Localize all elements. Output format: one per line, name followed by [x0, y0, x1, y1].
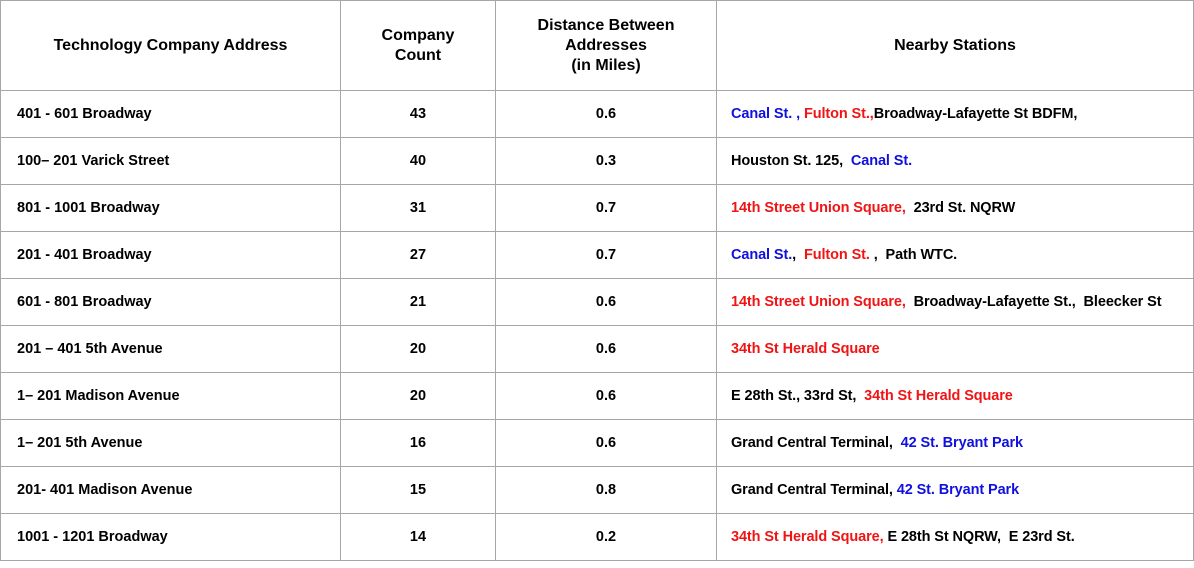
table-row: 201 - 401 Broadway 27 0.7 Canal St., Fulton…: [0, 231, 1194, 279]
address-cell: 100– 201 Varick Street: [0, 137, 341, 185]
header-line: Distance Between: [537, 16, 675, 34]
distance-cell: 0.3: [495, 137, 717, 185]
header-line: Technology Company Address: [53, 36, 288, 54]
company-count-cell: 40: [340, 137, 496, 185]
header-line: (in Miles): [571, 56, 641, 74]
distance-cell: 0.6: [495, 90, 717, 138]
distance-cell: 0.2: [495, 513, 717, 561]
nearby-stations-cell: E 28th St., 33rd St, 34th St Herald Squa…: [716, 372, 1194, 420]
nearby-stations-cell: Grand Central Terminal, 42 St. Bryant Pa…: [716, 466, 1194, 514]
header-company-count: Company Count: [340, 0, 496, 91]
station-segment: 34th St Herald Square,: [731, 529, 888, 545]
address-cell: 201 - 401 Broadway: [0, 231, 341, 279]
company-count-cell: 31: [340, 184, 496, 232]
header-line: Count: [394, 46, 442, 64]
distance-cell: 0.8: [495, 466, 717, 514]
station-segment: Grand Central Terminal,: [731, 482, 897, 498]
station-segment: E 28th St NQRW, E 23rd St.: [887, 529, 1075, 545]
distance-cell: 0.6: [495, 278, 717, 326]
station-segment: 34th St Herald Square: [864, 388, 1013, 404]
distance-cell: 0.7: [495, 184, 717, 232]
company-count-cell: 20: [340, 372, 496, 420]
nearby-stations-cell: Canal St. , Fulton St.,Broadway-Lafayett…: [716, 90, 1194, 138]
table-row: 1– 201 5th Avenue 16 0.6 Grand Central Term…: [0, 419, 1194, 467]
station-segment: Fulton St.,: [803, 106, 874, 122]
nearby-stations-cell: 14th Street Union Square, 23rd St. NQRW: [716, 184, 1194, 232]
table-row: 401 - 601 Broadway 43 0.6 Canal St. , Fulto…: [0, 90, 1194, 138]
header-line: Nearby Stations: [894, 36, 1016, 54]
header-distance: Distance Between Addresses (in Miles): [495, 0, 717, 91]
table-row: 1001 - 1201 Broadway 14 0.2 34th St Herald …: [0, 513, 1194, 561]
table-row: 201 – 401 5th Avenue 20 0.6 34th St Herald …: [0, 325, 1194, 373]
station-segment: Canal St. ,: [731, 106, 804, 122]
nearby-stations-cell: 34th St Herald Square, E 28th St NQRW, E…: [716, 513, 1194, 561]
company-count-cell: 15: [340, 466, 496, 514]
distance-cell: 0.6: [495, 372, 717, 420]
distance-cell: 0.6: [495, 325, 717, 373]
company-count-cell: 20: [340, 325, 496, 373]
station-segment: Broadway-Lafayette St BDFM,: [873, 106, 1078, 122]
station-segment: 14th Street Union Square,: [731, 294, 914, 310]
company-count-cell: 27: [340, 231, 496, 279]
table-row: 801 - 1001 Broadway 31 0.7 14th Street Unio…: [0, 184, 1194, 232]
table-row: 601 - 801 Broadway 21 0.6 14th Street Union…: [0, 278, 1194, 326]
table-row: 201- 401 Madison Avenue 15 0.8 Grand Centra…: [0, 466, 1194, 514]
table-body: 401 - 601 Broadway 43 0.6 Canal St. , Fulto…: [0, 90, 1194, 561]
table-row: 100– 201 Varick Street 40 0.3 Houston St. 1…: [0, 137, 1194, 185]
header-nearby-stations: Nearby Stations: [716, 0, 1194, 91]
station-segment: Houston St. 125,: [731, 153, 851, 169]
nearby-stations-cell: Grand Central Terminal, 42 St. Bryant Pa…: [716, 419, 1194, 467]
nearby-stations-cell: Canal St., Fulton St. , Path WTC.: [716, 231, 1194, 279]
companies-table: Technology Company Address Company Count Di…: [0, 0, 1194, 561]
header-row: Technology Company Address Company Count Di…: [0, 0, 1194, 91]
station-segment: Canal St.: [850, 153, 913, 169]
company-count-cell: 21: [340, 278, 496, 326]
company-count-cell: 43: [340, 90, 496, 138]
station-segment: 14th Street Union Square,: [731, 200, 914, 216]
station-segment: E 28th St., 33rd St,: [731, 388, 865, 404]
address-cell: 1– 201 Madison Avenue: [0, 372, 341, 420]
header-address: Technology Company Address: [0, 0, 341, 91]
station-segment: Canal St.: [731, 247, 793, 263]
station-segment: 34th St Herald Square: [731, 341, 880, 357]
header-line: Addresses: [565, 36, 647, 54]
distance-cell: 0.7: [495, 231, 717, 279]
station-segment: ,: [792, 247, 804, 263]
address-cell: 1001 - 1201 Broadway: [0, 513, 341, 561]
address-cell: 1– 201 5th Avenue: [0, 419, 341, 467]
address-cell: 201- 401 Madison Avenue: [0, 466, 341, 514]
distance-cell: 0.6: [495, 419, 717, 467]
station-segment: 42 St. Bryant Park: [896, 482, 1020, 498]
station-segment: 42 St. Bryant Park: [900, 435, 1023, 451]
address-cell: 801 - 1001 Broadway: [0, 184, 341, 232]
address-cell: 601 - 801 Broadway: [0, 278, 341, 326]
header-line: Company: [381, 26, 455, 44]
company-count-cell: 14: [340, 513, 496, 561]
station-segment: Grand Central Terminal,: [731, 435, 901, 451]
address-cell: 201 – 401 5th Avenue: [0, 325, 341, 373]
station-segment: , Path WTC.: [873, 247, 958, 263]
nearby-stations-cell: 14th Street Union Square, Broadway-Lafay…: [716, 278, 1194, 326]
company-count-cell: 16: [340, 419, 496, 467]
station-segment: 23rd St. NQRW: [913, 200, 1016, 216]
nearby-stations-cell: Houston St. 125, Canal St.: [716, 137, 1194, 185]
station-segment: Broadway-Lafayette St., Bleecker St: [913, 294, 1162, 310]
table-row: 1– 201 Madison Avenue 20 0.6 E 28th St., 33…: [0, 372, 1194, 420]
station-segment: Fulton St.: [803, 247, 874, 263]
address-cell: 401 - 601 Broadway: [0, 90, 341, 138]
nearby-stations-cell: 34th St Herald Square: [716, 325, 1194, 373]
